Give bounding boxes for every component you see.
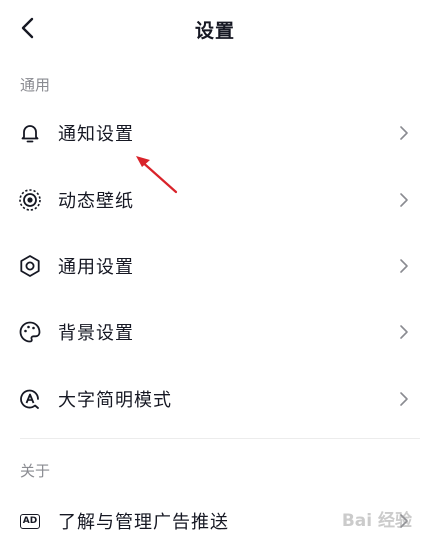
ad-icon: AD [18, 509, 42, 533]
settings-item-large-text-mode[interactable]: 大字简明模式 [0, 369, 430, 429]
settings-item-general[interactable]: 通用设置 [0, 236, 430, 296]
settings-item-background[interactable]: 背景设置 [0, 302, 430, 362]
chevron-right-icon [400, 259, 408, 273]
settings-item-label: 通用设置 [58, 257, 134, 278]
settings-item-live-wallpaper[interactable]: 动态壁纸 [0, 170, 430, 230]
bell-icon [18, 121, 42, 145]
page-title: 设置 [194, 20, 235, 42]
settings-item-label: 了解与管理广告推送 [58, 512, 229, 533]
settings-item-label: 通知设置 [58, 124, 134, 145]
chevron-right-icon [400, 325, 408, 339]
large-text-mode-icon [18, 387, 42, 411]
settings-item-ad-management[interactable]: AD 了解与管理广告推送 [0, 491, 430, 551]
chevron-right-icon [400, 126, 408, 140]
section-header-about: 关于 [20, 462, 51, 480]
chevron-right-icon [400, 193, 408, 207]
palette-icon [18, 320, 42, 344]
section-divider [20, 438, 420, 439]
gear-icon [18, 254, 42, 278]
settings-item-notifications[interactable]: 通知设置 [0, 103, 430, 163]
ad-badge-text: AD [19, 513, 41, 529]
top-bar: 设置 [0, 0, 430, 60]
chevron-right-icon [400, 392, 408, 406]
settings-item-label: 大字简明模式 [58, 390, 172, 411]
section-header-general: 通用 [20, 76, 51, 94]
chevron-right-icon [400, 514, 408, 528]
settings-item-label: 背景设置 [58, 323, 134, 344]
settings-item-label: 动态壁纸 [58, 191, 134, 212]
live-wallpaper-icon [18, 188, 42, 212]
